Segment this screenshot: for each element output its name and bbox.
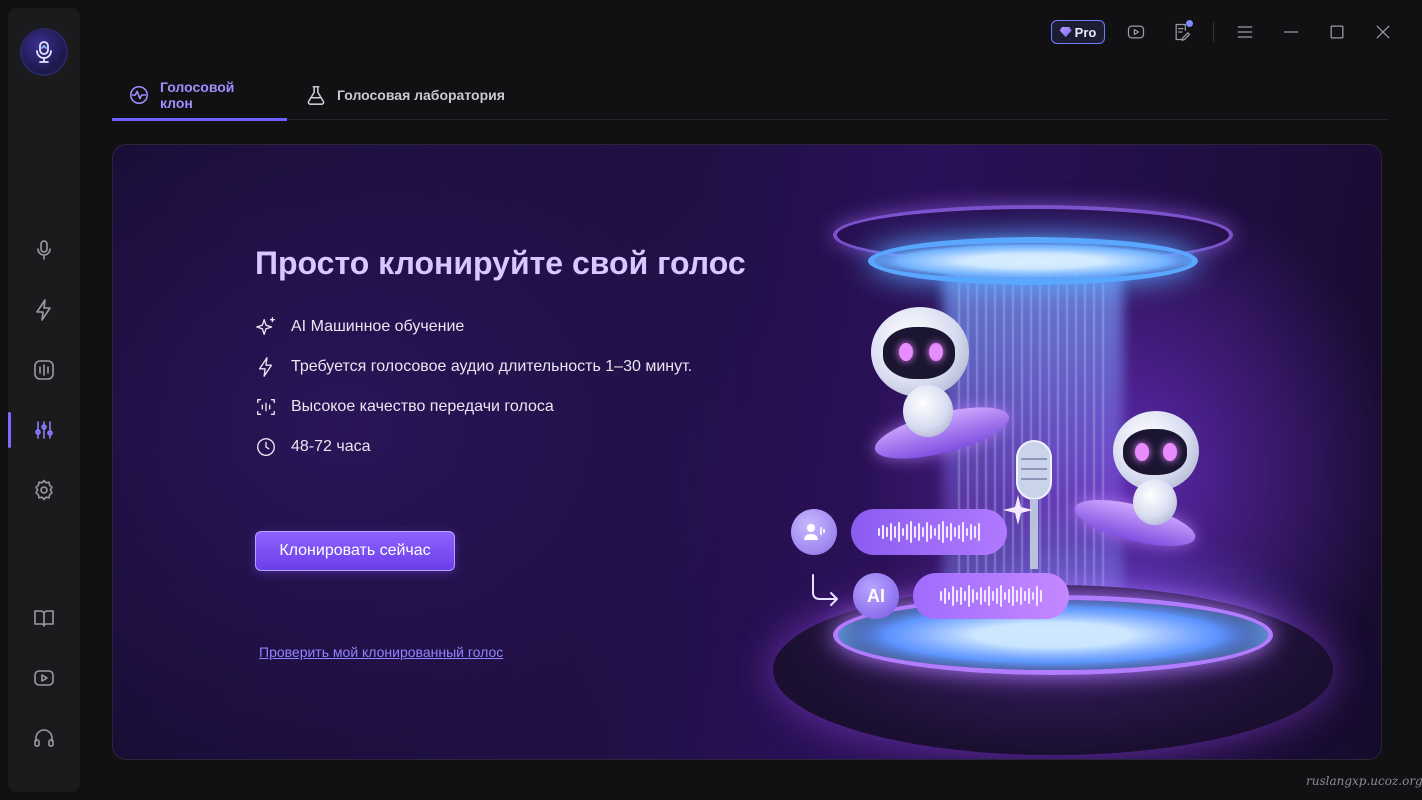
tab-bar: Голосовой клон Голосовая лаборатория	[112, 70, 1389, 121]
watermark: ruslangxp.ucoz.org	[1306, 774, 1422, 788]
microphone-icon	[37, 240, 51, 260]
tab-label: Голосовая лаборатория	[337, 87, 505, 103]
close-button[interactable]	[1369, 20, 1397, 44]
robot-left-body	[903, 385, 953, 437]
logo-microphone-icon	[36, 41, 52, 63]
sidebar-item-quick[interactable]	[8, 288, 80, 332]
hero-title: Просто клонируйте свой голос	[255, 245, 746, 281]
ai-badge: AI	[853, 573, 899, 619]
feature-text: AI Машинное обучение	[291, 318, 465, 335]
voice-waveform-icon	[34, 360, 54, 380]
tab-voice-clone[interactable]: Голосовой клон	[112, 70, 287, 121]
headset-icon	[34, 729, 54, 747]
app-window: Pro Голосовой клон Голосовая лаборатория	[0, 0, 1422, 800]
user-voice-icon	[804, 524, 825, 540]
robot-left	[871, 307, 969, 397]
ai-voice-wave	[913, 573, 1069, 619]
feature-text: Высокое качество передачи голоса	[291, 398, 554, 415]
minimize-icon	[1283, 31, 1299, 33]
clone-now-button[interactable]: Клонировать сейчас	[255, 531, 455, 571]
tab-voice-lab[interactable]: Голосовая лаборатория	[289, 70, 521, 120]
feature-text: 48-72 часа	[291, 438, 371, 455]
maximize-button[interactable]	[1323, 20, 1351, 44]
clock-icon	[257, 438, 275, 456]
titlebar-separator	[1213, 22, 1214, 42]
feature-item: AI Машинное обучение	[255, 315, 464, 339]
notification-dot	[1186, 20, 1193, 27]
sidebar-item-voice-changer[interactable]	[8, 228, 80, 272]
equalizer-icon	[35, 421, 53, 439]
sidebar-item-soundboard[interactable]	[8, 348, 80, 392]
sidebar-item-support[interactable]	[8, 716, 80, 760]
voice-clone-hero: AI Просто клонируйте свой голос AI Машин…	[112, 144, 1382, 760]
original-voice-wave	[851, 509, 1007, 555]
youtube-icon	[34, 670, 54, 686]
sparkle-icon	[256, 317, 275, 336]
voice-clone-icon	[129, 85, 149, 105]
check-cloned-voice-link[interactable]: Проверить мой клонированный голос	[259, 644, 503, 660]
pro-label: Pro	[1074, 24, 1097, 40]
book-icon	[34, 610, 54, 627]
youtube-button[interactable]	[1122, 20, 1150, 44]
robot-right-body	[1133, 479, 1177, 525]
sidebar-item-tutorials[interactable]	[8, 656, 80, 700]
maximize-icon	[1330, 25, 1344, 39]
minimize-button[interactable]	[1277, 20, 1305, 44]
menu-button[interactable]	[1231, 20, 1259, 44]
close-icon	[1376, 25, 1390, 39]
user-voice-avatar	[791, 509, 837, 555]
sidebar-item-settings[interactable]	[8, 468, 80, 512]
feature-text: Требуется голосовое аудио длительность 1…	[291, 358, 693, 375]
sidebar-item-guide[interactable]	[8, 596, 80, 640]
lightning-icon	[258, 357, 273, 377]
feature-item: Высокое качество передачи голоса	[255, 395, 554, 419]
flask-icon	[307, 85, 325, 105]
tab-label: Голосовой клон	[159, 79, 235, 111]
portal-ring	[868, 237, 1198, 285]
arrow-down-right-icon	[812, 574, 838, 606]
sparkle-decoration	[1003, 495, 1033, 525]
sidebar	[8, 8, 80, 792]
feature-item: Требуется голосовое аудио длительность 1…	[255, 355, 692, 379]
app-logo[interactable]	[20, 28, 68, 76]
hamburger-menu-icon	[1237, 26, 1253, 38]
youtube-icon	[1127, 25, 1145, 39]
gear-icon	[35, 479, 53, 501]
diamond-icon	[1059, 27, 1072, 37]
lightning-icon	[36, 299, 51, 321]
pro-badge[interactable]: Pro	[1051, 20, 1105, 44]
voice-scan-icon	[257, 398, 275, 416]
feature-item: 48-72 часа	[255, 435, 371, 459]
sidebar-item-voice-clone[interactable]	[8, 408, 80, 452]
